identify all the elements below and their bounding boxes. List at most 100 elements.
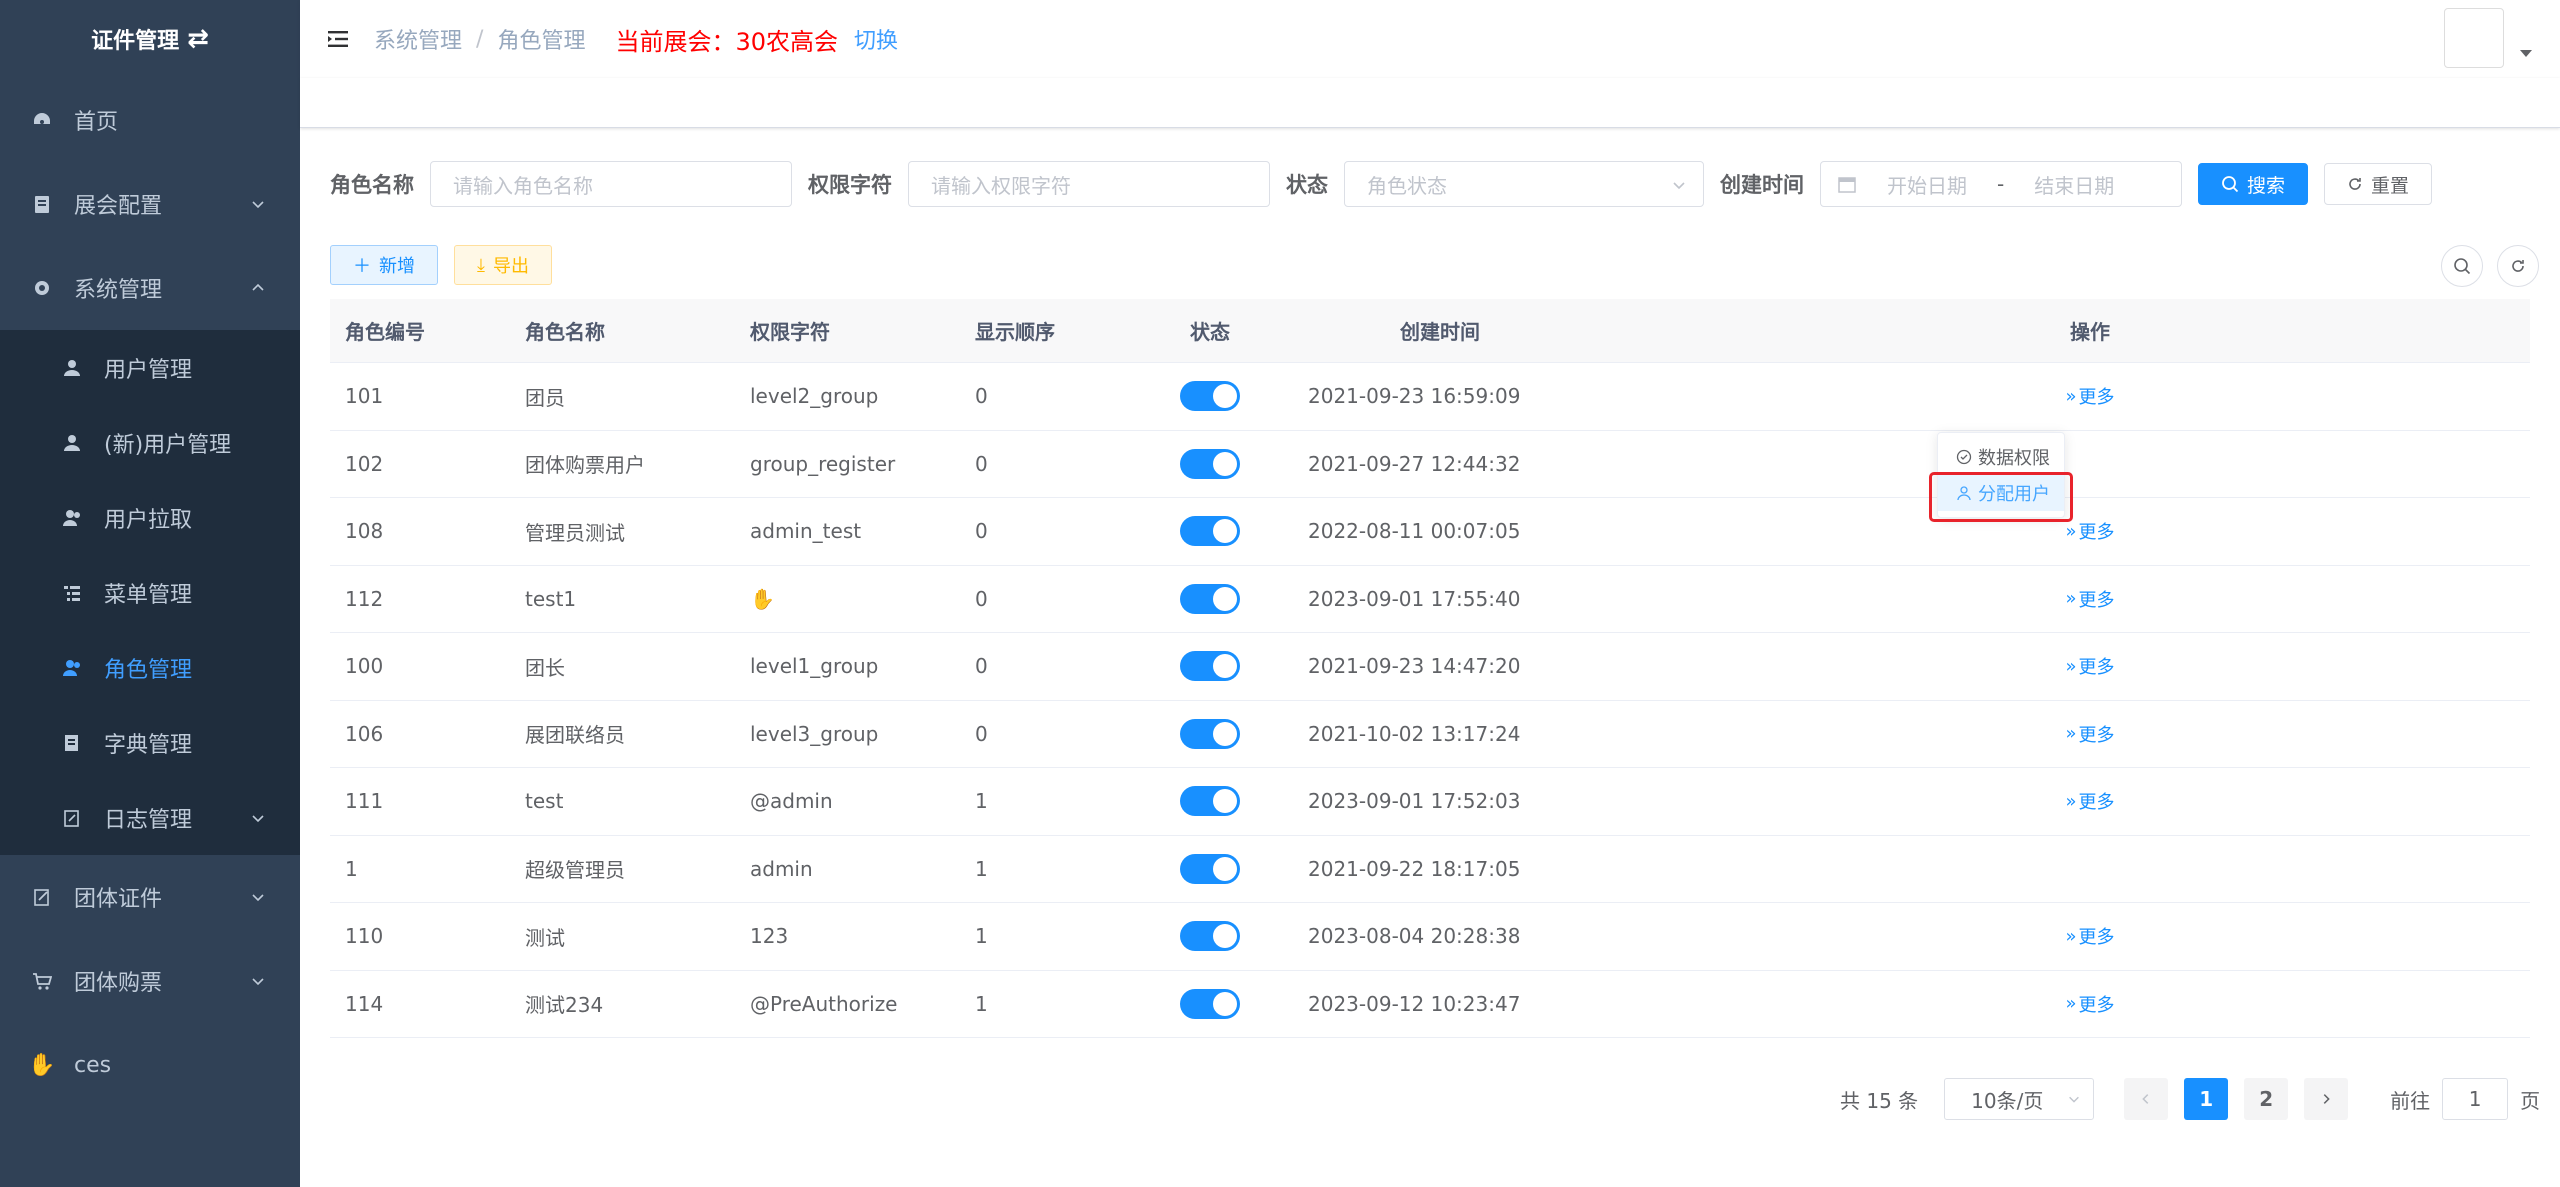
status-switch[interactable] bbox=[1180, 651, 1240, 682]
page-suffix: 页 bbox=[2520, 1088, 2541, 1113]
role-name-label: 角色名称 bbox=[330, 173, 414, 197]
status-switch[interactable] bbox=[1180, 381, 1240, 412]
more-actions-link[interactable]: » 更多 bbox=[2065, 653, 2114, 679]
sidebar-item-label: (新)用户管理 bbox=[104, 432, 232, 458]
date-range-picker[interactable]: 开始日期 - 结束日期 bbox=[1820, 161, 2182, 207]
sidebar-item-group-cert[interactable]: 团体证件 bbox=[0, 855, 300, 939]
chevron-down-icon bbox=[252, 894, 264, 902]
sidebar-logo[interactable]: 证件管理 ⇄ bbox=[0, 0, 300, 78]
goto-page-input[interactable]: 1 bbox=[2442, 1078, 2509, 1120]
table-row: 1 超级管理员 admin 1 2021-09-22 18:17:05 bbox=[330, 836, 2530, 903]
table-row: 102 团体购票用户 group_register 0 2021-09-27 12:44… bbox=[330, 431, 2530, 498]
actions-cell: » 更多 bbox=[1600, 518, 2530, 544]
status-switch[interactable] bbox=[1180, 921, 1240, 952]
perm-input[interactable]: 请输入权限字符 bbox=[908, 161, 1270, 207]
sidebar-item-home[interactable]: 首页 bbox=[0, 78, 300, 162]
page-button[interactable]: 1 bbox=[2184, 1078, 2229, 1120]
sidebar-item-user-pull[interactable]: 用户拉取 bbox=[0, 480, 300, 555]
caret-down-icon[interactable] bbox=[2520, 50, 2532, 57]
sidebar-item-label: 字典管理 bbox=[104, 732, 193, 758]
role-id-cell: 101 bbox=[345, 384, 384, 409]
prev-page-button[interactable] bbox=[2124, 1078, 2169, 1120]
add-button[interactable]: ＋ 新增 bbox=[330, 245, 438, 285]
status-switch[interactable] bbox=[1180, 853, 1240, 884]
double-chevron-right-icon: » bbox=[2065, 790, 2077, 812]
role-name-cell: 管理员测试 bbox=[525, 520, 625, 545]
page-size-select[interactable]: 10条/页 bbox=[1944, 1078, 2095, 1120]
page-size-value: 10条/页 bbox=[1971, 1088, 2044, 1113]
status-switch[interactable] bbox=[1180, 583, 1240, 614]
reset-button[interactable]: 重置 bbox=[2324, 163, 2432, 205]
double-chevron-right-icon: » bbox=[2065, 993, 2077, 1015]
hamburger-icon[interactable] bbox=[326, 27, 350, 51]
status-switch[interactable] bbox=[1180, 786, 1240, 817]
status-switch[interactable] bbox=[1180, 516, 1240, 547]
sidebar-item-roles[interactable]: 角色管理 bbox=[0, 630, 300, 705]
calendar-icon bbox=[1838, 177, 1856, 193]
sidebar-item-users[interactable]: 用户管理 bbox=[0, 330, 300, 405]
gear-icon bbox=[30, 276, 54, 300]
refresh-table-button[interactable] bbox=[2497, 245, 2539, 287]
end-date-placeholder[interactable]: 结束日期 bbox=[2034, 170, 2114, 199]
role-id-cell: 1 bbox=[345, 856, 358, 881]
sidebar-item-label: 用户管理 bbox=[104, 357, 193, 383]
more-actions-link[interactable]: » 更多 bbox=[2065, 923, 2114, 949]
actions-cell: » 更多 bbox=[1600, 586, 2530, 612]
switch-exhibit-link[interactable]: 切换 bbox=[854, 23, 898, 55]
page-button[interactable]: 2 bbox=[2244, 1078, 2289, 1120]
refresh-icon bbox=[2349, 178, 2361, 190]
sidebar-item-group-ticket[interactable]: 团体购票 bbox=[0, 939, 300, 1023]
sidebar-item-logs[interactable]: 日志管理 bbox=[0, 780, 300, 855]
next-page-button[interactable] bbox=[2304, 1078, 2349, 1120]
current-exhibit-label: 当前展会： bbox=[615, 27, 736, 56]
more-actions-link[interactable]: » 更多 bbox=[2065, 518, 2114, 544]
create-time-cell: 2022-08-11 00:07:05 bbox=[1308, 519, 1521, 544]
more-actions-link[interactable]: » 更多 bbox=[2065, 383, 2114, 409]
sidebar-item-exhibit-config[interactable]: 展会配置 bbox=[0, 162, 300, 246]
breadcrumb: 系统管理 / 角色管理 bbox=[374, 23, 585, 55]
sidebar-item-new-users[interactable]: (新)用户管理 bbox=[0, 405, 300, 480]
cart-icon bbox=[30, 969, 54, 993]
sidebar-item-dict[interactable]: 字典管理 bbox=[0, 705, 300, 780]
sidebar-item-system[interactable]: 系统管理 bbox=[0, 246, 300, 330]
role-name-cell: 测试 bbox=[525, 925, 565, 950]
role-name-input[interactable]: 请输入角色名称 bbox=[430, 161, 792, 207]
app-title: 证件管理 bbox=[91, 29, 180, 54]
user-icon bbox=[60, 356, 84, 380]
status-select[interactable]: 角色状态 bbox=[1344, 161, 1704, 207]
breadcrumb-item: 角色管理 bbox=[497, 29, 586, 54]
more-actions-link[interactable]: » 更多 bbox=[2065, 721, 2114, 747]
user-icon bbox=[60, 431, 84, 455]
search-button[interactable]: 搜索 bbox=[2198, 163, 2308, 205]
more-actions-link[interactable]: » 更多 bbox=[2065, 586, 2114, 612]
sidebar-item-menus[interactable]: 菜单管理 bbox=[0, 555, 300, 630]
chevron-up-icon bbox=[252, 283, 264, 291]
status-switch[interactable] bbox=[1180, 718, 1240, 749]
table-body: 101 团员 level2_group 0 2021-09-23 16:59:09» 更多… bbox=[330, 363, 2530, 1038]
more-actions-link[interactable]: » 更多 bbox=[2065, 788, 2114, 814]
sidebar-item-ces[interactable]: ✋ ces bbox=[0, 1023, 300, 1107]
start-date-placeholder[interactable]: 开始日期 bbox=[1887, 170, 1967, 199]
status-cell bbox=[1140, 516, 1280, 547]
status-cell bbox=[1140, 853, 1280, 884]
table-row: 100 团长 level1_group 0 2021-09-23 14:47:20 » 更多 bbox=[330, 633, 2530, 701]
data-permission-item[interactable]: 数据权限 bbox=[1938, 439, 2064, 475]
more-actions-link[interactable]: » 更多 bbox=[2065, 991, 2114, 1017]
avatar[interactable] bbox=[2444, 8, 2504, 68]
status-switch[interactable] bbox=[1180, 448, 1240, 479]
status-switch[interactable] bbox=[1180, 988, 1240, 1019]
col-header: 显示顺序 bbox=[975, 320, 1055, 344]
create-time-cell: 2023-09-01 17:55:40 bbox=[1308, 586, 1521, 611]
role-order-cell: 0 bbox=[975, 586, 988, 611]
toggle-search-button[interactable] bbox=[2441, 245, 2483, 287]
breadcrumb-item[interactable]: 系统管理 bbox=[374, 23, 462, 55]
role-order-cell: 0 bbox=[975, 721, 988, 746]
role-key-cell: ✋ bbox=[750, 586, 775, 611]
role-id-cell: 111 bbox=[345, 789, 384, 814]
export-button[interactable]: ⤓ 导出 bbox=[454, 245, 552, 285]
table-row: 111 test @admin 1 2023-09-01 17:52:03 » 更多 bbox=[330, 768, 2530, 836]
switch-knob bbox=[1213, 586, 1237, 611]
role-order-cell: 0 bbox=[975, 519, 988, 544]
total-count: 共 15 条 bbox=[1840, 1088, 1919, 1113]
role-name-cell: test1 bbox=[525, 586, 577, 611]
